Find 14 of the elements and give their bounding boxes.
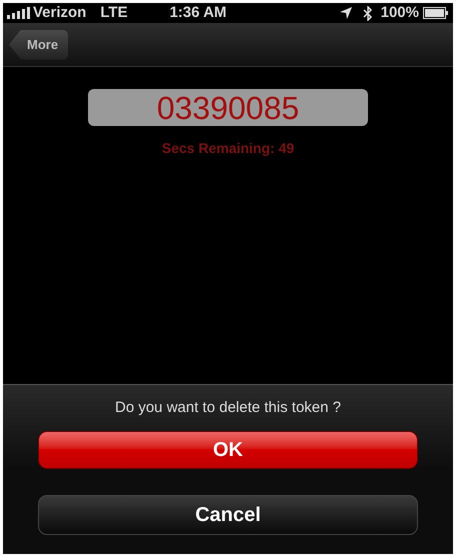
network-type: LTE (100, 3, 128, 23)
token-code-display: 03390085 (88, 89, 368, 126)
cancel-button[interactable]: Cancel (38, 494, 418, 534)
status-time: 1:36 AM (170, 3, 227, 23)
bluetooth-icon (362, 6, 373, 20)
countdown-text: Secs Remaining: 49 (162, 139, 294, 158)
signal-icon (7, 7, 31, 19)
battery-icon (423, 7, 449, 19)
action-sheet-message: Do you want to delete this token ? (115, 398, 341, 418)
location-arrow-icon (338, 6, 353, 20)
ok-button[interactable]: OK (38, 430, 418, 468)
carrier-name: Verizon (33, 3, 86, 23)
battery-percent: 100% (380, 3, 419, 23)
back-button[interactable]: More (9, 30, 68, 60)
